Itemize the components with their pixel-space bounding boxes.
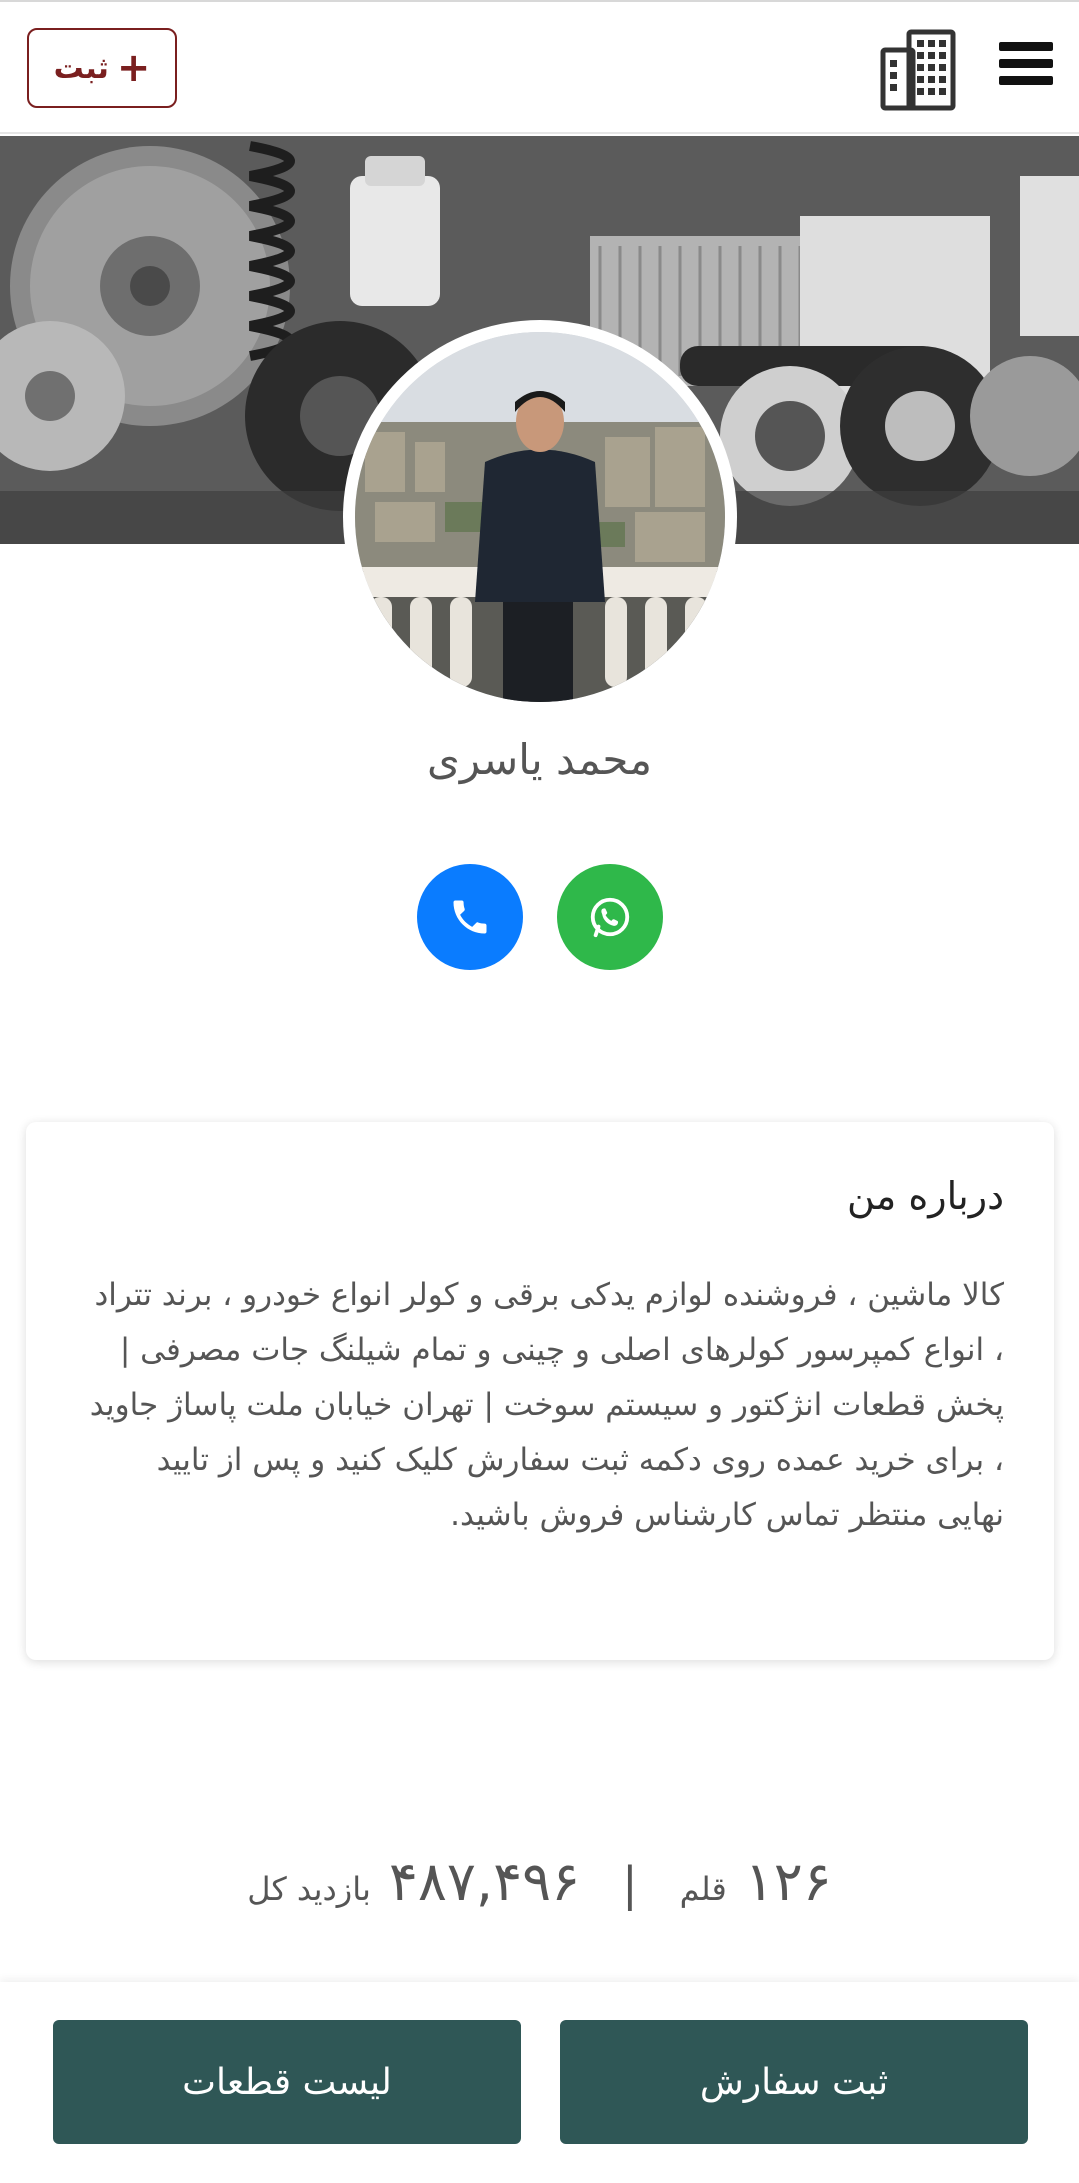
profile-avatar (343, 320, 737, 714)
whatsapp-icon (590, 897, 630, 938)
items-count: ۱۲۶ (744, 1850, 832, 1913)
about-text: کالا ماشین ، فروشنده لوازم یدکی برقی و ک… (89, 1277, 1004, 1533)
bottom-action-bar: ثبت سفارش لیست قطعات (0, 1982, 1079, 2183)
add-button-label: ثبت (53, 50, 109, 86)
profile-photo (355, 332, 725, 702)
call-button[interactable] (417, 864, 523, 970)
stats-separator: | (622, 1857, 638, 1911)
about-card: درباره من کالا ماشین ، فروشنده لوازم یدک… (26, 1122, 1054, 1660)
views-count: ۴۸۷,۴۹۶ (388, 1850, 581, 1913)
stats-bar: ۱۲۶ قلم | ۴۸۷,۴۹۶ بازدید کل (0, 1850, 1079, 1930)
views-label: بازدید کل (247, 1870, 371, 1908)
building-icon[interactable] (879, 28, 959, 112)
whatsapp-button[interactable] (557, 864, 663, 970)
profile-name: محمد یاسری (426, 735, 652, 784)
add-listing-button[interactable]: + ثبت (27, 28, 177, 108)
phone-icon (453, 900, 487, 934)
plus-icon: + (116, 45, 151, 91)
about-title: درباره من (846, 1174, 1004, 1218)
items-unit: قلم (679, 1870, 727, 1908)
place-order-button[interactable]: ثبت سفارش (560, 2020, 1028, 2144)
top-header: + ثبت (0, 0, 1079, 134)
hamburger-menu-icon[interactable] (999, 42, 1053, 90)
parts-list-button[interactable]: لیست قطعات (53, 2020, 521, 2144)
